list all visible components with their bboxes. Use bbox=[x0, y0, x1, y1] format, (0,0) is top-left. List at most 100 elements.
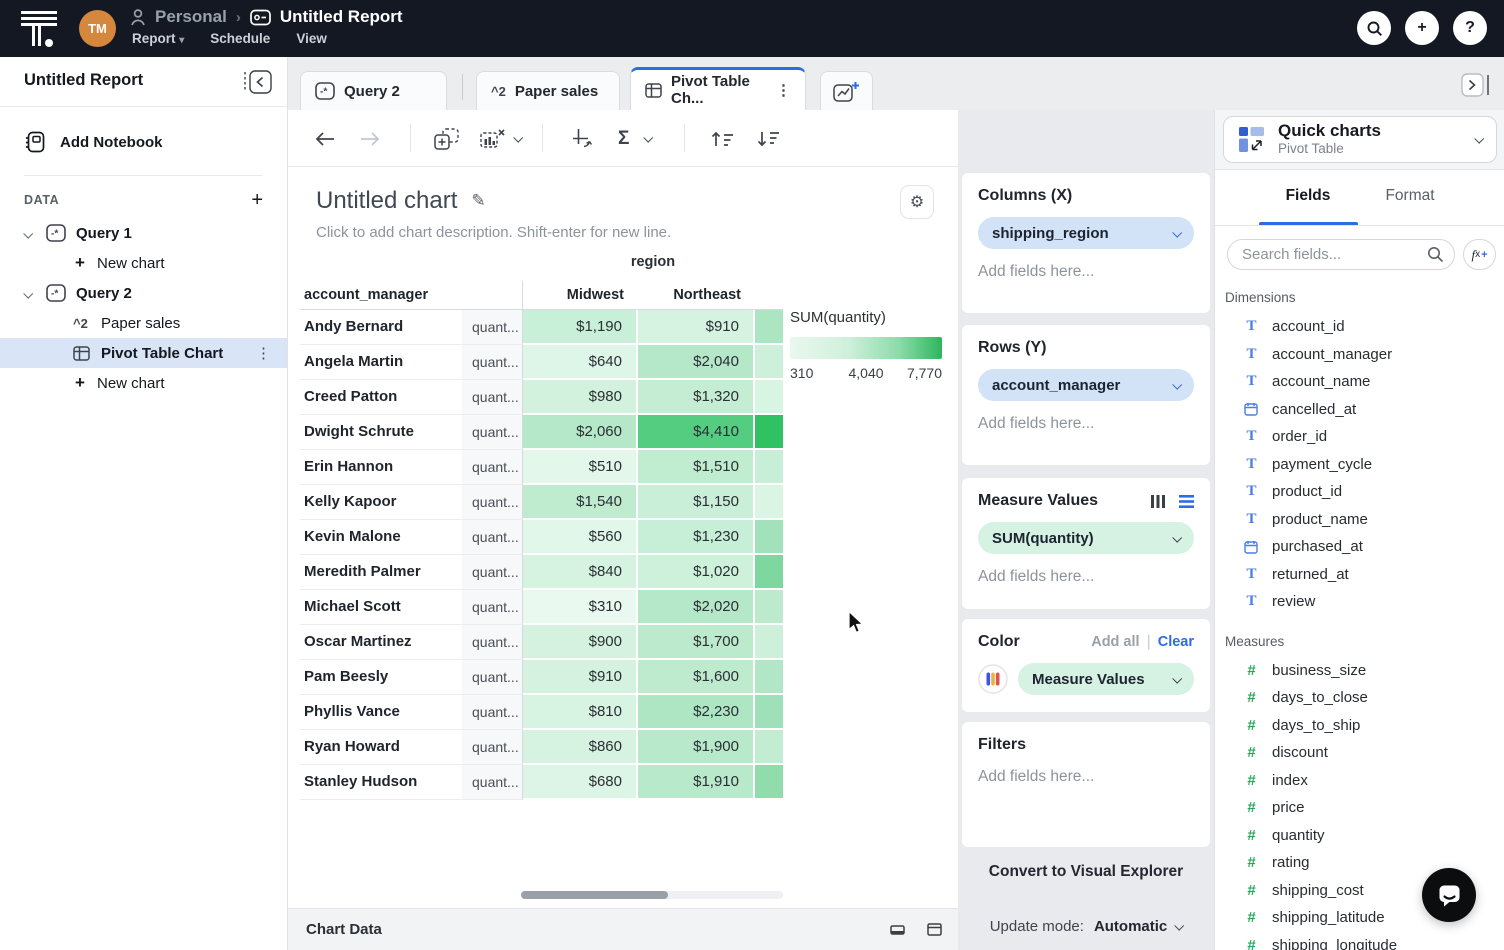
pivot-row-label[interactable]: Ryan Howard bbox=[300, 730, 462, 765]
columns-x-field-pill[interactable]: shipping_region bbox=[978, 217, 1194, 249]
chevron-down-icon[interactable] bbox=[644, 110, 651, 167]
pivot-cell-northeast[interactable]: $2,020 bbox=[638, 590, 755, 625]
expand-panel-window-icon[interactable] bbox=[927, 923, 942, 936]
pivot-row-label[interactable]: Creed Patton bbox=[300, 380, 462, 415]
palette-icon[interactable] bbox=[978, 664, 1008, 694]
pivot-cell-midwest[interactable]: $910 bbox=[523, 660, 638, 695]
pivot-cell-partial[interactable] bbox=[755, 590, 783, 625]
pivot-row-label[interactable]: Phyllis Vance bbox=[300, 695, 462, 730]
menu-schedule[interactable]: Schedule bbox=[210, 31, 270, 46]
chart-title[interactable]: Untitled chart bbox=[316, 187, 457, 215]
pivot-cell-partial[interactable] bbox=[755, 625, 783, 660]
pivot-row-label[interactable]: Angela Martin bbox=[300, 345, 462, 380]
sidebar-item-pivot-table-chart[interactable]: Pivot Table Chart ⋮ bbox=[0, 338, 287, 368]
pivot-cell-partial[interactable] bbox=[755, 555, 783, 590]
field-item-account_id[interactable]: Taccount_id bbox=[1215, 313, 1504, 341]
color-field-pill[interactable]: Measure Values bbox=[1018, 663, 1194, 695]
pivot-cell-midwest[interactable]: $900 bbox=[523, 625, 638, 660]
collapse-sidebar-icon[interactable] bbox=[241, 69, 273, 95]
help-button[interactable]: ? bbox=[1453, 11, 1487, 45]
tab-format[interactable]: Format bbox=[1360, 187, 1460, 205]
add-notebook-button[interactable]: Add Notebook bbox=[24, 127, 287, 157]
field-item-quantity[interactable]: #quantity bbox=[1215, 822, 1504, 850]
field-item-product_id[interactable]: Tproduct_id bbox=[1215, 478, 1504, 506]
pivot-cell-partial[interactable] bbox=[755, 730, 783, 765]
aggregate-button[interactable]: Σ bbox=[618, 110, 629, 167]
pivot-row-label[interactable]: Oscar Martinez bbox=[300, 625, 462, 660]
quick-charts-selector[interactable]: Quick charts Pivot Table bbox=[1223, 116, 1497, 163]
pivot-measure-label[interactable]: quant... bbox=[462, 625, 523, 660]
edit-title-icon[interactable]: ✎ bbox=[471, 191, 485, 211]
pivot-cell-midwest[interactable]: $980 bbox=[523, 380, 638, 415]
chevron-down-icon[interactable] bbox=[24, 285, 36, 302]
pivot-measure-label[interactable]: quant... bbox=[462, 485, 523, 520]
pivot-cell-midwest[interactable]: $680 bbox=[523, 765, 638, 800]
sidebar-item-new-chart-1[interactable]: + New chart bbox=[0, 248, 287, 278]
sidebar-item-paper-sales[interactable]: ^2 Paper sales bbox=[0, 308, 287, 338]
pivot-cell-northeast[interactable]: $1,700 bbox=[638, 625, 755, 660]
pivot-cell-midwest[interactable]: $2,060 bbox=[523, 415, 638, 450]
field-item-order_id[interactable]: Torder_id bbox=[1215, 423, 1504, 451]
pivot-measure-label[interactable]: quant... bbox=[462, 590, 523, 625]
menu-view[interactable]: View bbox=[296, 31, 327, 46]
pivot-row-label[interactable]: Pam Beesly bbox=[300, 660, 462, 695]
pivot-cell-partial[interactable] bbox=[755, 380, 783, 415]
chart-settings-button[interactable]: ⚙ bbox=[900, 185, 934, 219]
undo-button[interactable] bbox=[314, 110, 336, 167]
pivot-row-label[interactable]: Michael Scott bbox=[300, 590, 462, 625]
pivot-measure-label[interactable]: quant... bbox=[462, 730, 523, 765]
pivot-measure-label[interactable]: quant... bbox=[462, 450, 523, 485]
chevron-down-icon[interactable] bbox=[514, 110, 521, 167]
pivot-cell-northeast[interactable]: $1,230 bbox=[638, 520, 755, 555]
pivot-measure-label[interactable]: quant... bbox=[462, 660, 523, 695]
pivot-cell-midwest[interactable]: $1,190 bbox=[523, 310, 638, 345]
column-header-northeast[interactable]: Northeast bbox=[638, 281, 755, 309]
field-item-days_to_ship[interactable]: #days_to_ship bbox=[1215, 712, 1504, 740]
scrollbar-thumb[interactable] bbox=[521, 891, 668, 899]
pivot-cell-midwest[interactable]: $1,540 bbox=[523, 485, 638, 520]
tab-pivot-table-chart[interactable]: Pivot Table Ch... ⋮ bbox=[630, 67, 806, 110]
pivot-cell-northeast[interactable]: $2,230 bbox=[638, 695, 755, 730]
pivot-row-label[interactable]: Erin Hannon bbox=[300, 450, 462, 485]
pivot-cell-midwest[interactable]: $310 bbox=[523, 590, 638, 625]
columns-x-placeholder[interactable]: Add fields here... bbox=[978, 263, 1194, 281]
pivot-cell-partial[interactable] bbox=[755, 450, 783, 485]
filters-placeholder[interactable]: Add fields here... bbox=[978, 768, 1194, 786]
horizontal-scrollbar[interactable] bbox=[521, 891, 783, 899]
field-item-returned_at[interactable]: Treturned_at bbox=[1215, 561, 1504, 589]
sidebar-item-query-1[interactable]: -* Query 1 bbox=[0, 218, 287, 248]
pivot-cell-northeast[interactable]: $1,900 bbox=[638, 730, 755, 765]
field-item-business_size[interactable]: #business_size bbox=[1215, 657, 1504, 685]
add-chart-tab-button[interactable] bbox=[820, 71, 873, 110]
field-item-days_to_close[interactable]: #days_to_close bbox=[1215, 684, 1504, 712]
row-field-header[interactable]: account_manager bbox=[300, 281, 462, 309]
sidebar-item-query-2[interactable]: -* Query 2 bbox=[0, 278, 287, 308]
pivot-cell-partial[interactable] bbox=[755, 660, 783, 695]
sidebar-item-new-chart-2[interactable]: + New chart bbox=[0, 368, 287, 398]
pivot-measure-label[interactable]: quant... bbox=[462, 415, 523, 450]
search-button[interactable] bbox=[1357, 11, 1391, 45]
pivot-cell-midwest[interactable]: $860 bbox=[523, 730, 638, 765]
pivot-row-label[interactable]: Dwight Schrute bbox=[300, 415, 462, 450]
rows-layout-icon[interactable] bbox=[1179, 495, 1194, 508]
pivot-measure-label[interactable]: quant... bbox=[462, 380, 523, 415]
sort-ascending-button[interactable] bbox=[710, 110, 735, 167]
pivot-cell-partial[interactable] bbox=[755, 310, 783, 345]
kebab-menu-icon[interactable]: ⋮ bbox=[776, 81, 791, 99]
field-item-account_name[interactable]: Taccount_name bbox=[1215, 368, 1504, 396]
kebab-menu-icon[interactable]: ⋮ bbox=[256, 344, 271, 362]
field-item-price[interactable]: #price bbox=[1215, 794, 1504, 822]
rows-y-placeholder[interactable]: Add fields here... bbox=[978, 415, 1194, 433]
pivot-measure-label[interactable]: quant... bbox=[462, 555, 523, 590]
pivot-row-label[interactable]: Kelly Kapoor bbox=[300, 485, 462, 520]
update-mode-select[interactable]: Automatic bbox=[1094, 918, 1182, 935]
field-item-account_manager[interactable]: Taccount_manager bbox=[1215, 341, 1504, 369]
field-item-cancelled_at[interactable]: cancelled_at bbox=[1215, 396, 1504, 424]
pivot-row-label[interactable]: Andy Bernard bbox=[300, 310, 462, 345]
pivot-cell-midwest[interactable]: $640 bbox=[523, 345, 638, 380]
pivot-cell-northeast[interactable]: $1,510 bbox=[638, 450, 755, 485]
pivot-row-label[interactable]: Kevin Malone bbox=[300, 520, 462, 555]
chat-widget-button[interactable] bbox=[1422, 868, 1476, 922]
measure-values-field-pill[interactable]: SUM(quantity) bbox=[978, 522, 1194, 554]
pivot-cell-partial[interactable] bbox=[755, 415, 783, 450]
